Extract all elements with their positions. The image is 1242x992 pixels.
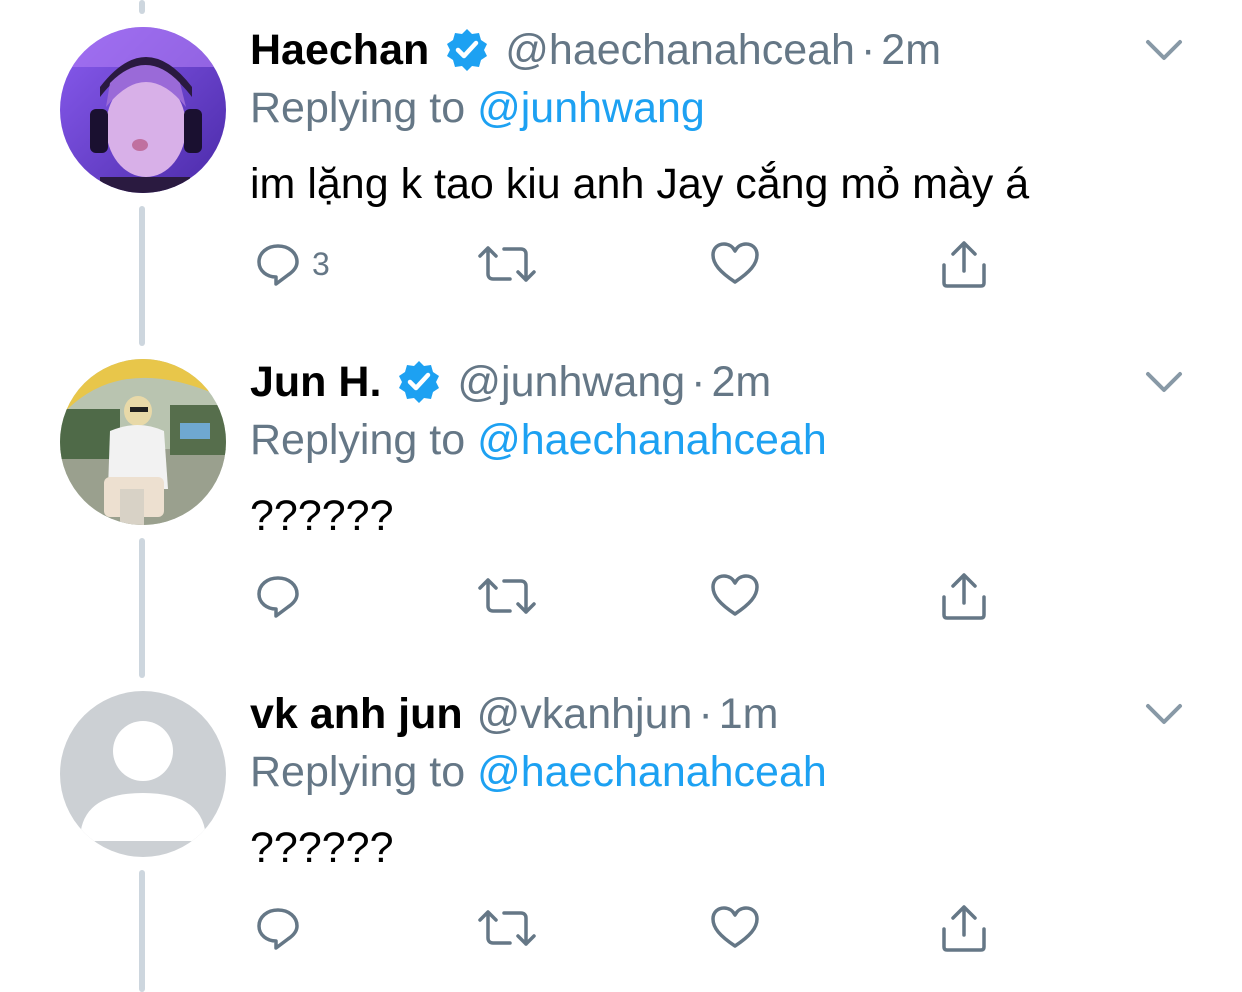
reply-button[interactable] [254, 900, 312, 956]
reply-bubble-icon [257, 576, 299, 618]
replying-mention-link[interactable]: @junhwang [477, 84, 705, 132]
display-name[interactable]: Haechan [250, 26, 429, 75]
tweet-text: im lặng k tao kiu anh Jay cắng mỏ mày á [250, 160, 1030, 208]
reply-count: 3 [312, 245, 330, 282]
tweet-header: Jun H. @junhwang · 2m [250, 354, 771, 410]
reply-bubble-icon [257, 908, 299, 950]
chevron-down-icon[interactable] [1144, 368, 1184, 396]
share-button[interactable] [940, 236, 988, 292]
separator-dot: · [691, 357, 706, 406]
retweet-button[interactable] [478, 568, 536, 624]
retweet-button[interactable] [478, 900, 536, 956]
chevron-down-icon[interactable] [1144, 36, 1184, 64]
tweet-text: ?????? [250, 492, 394, 540]
share-upload-icon [942, 241, 986, 288]
like-button[interactable] [710, 900, 760, 956]
heart-icon [711, 242, 759, 284]
tweet[interactable]: vk anh jun @vkanhjun · 1m Replying to @h… [0, 686, 1242, 986]
like-button[interactable] [710, 568, 760, 624]
reply-bubble-icon [257, 244, 299, 286]
replying-mention-link[interactable]: @haechanahceah [477, 748, 827, 796]
replying-prefix: Replying to [250, 84, 466, 132]
verified-badge-icon [443, 26, 491, 74]
share-upload-icon [942, 573, 986, 620]
share-upload-icon [942, 905, 986, 952]
tweet[interactable]: Jun H. @junhwang · 2m Replying to @haech… [0, 354, 1242, 654]
heart-icon [711, 574, 759, 616]
retweet-icon [478, 578, 536, 614]
tweet-actions: 3 [250, 236, 1010, 292]
replying-to: Replying to @haechanahceah [250, 416, 827, 465]
retweet-button[interactable] [478, 236, 536, 292]
tweet-text: ?????? [250, 824, 394, 872]
tweet-header: Haechan @haechanahceah · 2m [250, 22, 941, 78]
verified-badge-icon [395, 358, 443, 406]
timestamp[interactable]: 2m [881, 26, 941, 75]
replying-to: Replying to @junhwang [250, 84, 705, 133]
tweet-header: vk anh jun @vkanhjun · 1m [250, 686, 779, 742]
tweet-actions [250, 900, 1010, 956]
retweet-icon [478, 910, 536, 946]
timestamp[interactable]: 1m [719, 690, 779, 739]
replying-mention-link[interactable]: @haechanahceah [477, 416, 827, 464]
replying-prefix: Replying to [250, 748, 466, 796]
replying-prefix: Replying to [250, 416, 466, 464]
share-button[interactable] [940, 900, 988, 956]
avatar[interactable] [60, 691, 226, 857]
avatar[interactable] [60, 27, 226, 193]
display-name[interactable]: vk anh jun [250, 690, 463, 739]
share-button[interactable] [940, 568, 988, 624]
handle[interactable]: @haechanahceah [505, 26, 855, 75]
thread-line-top [139, 0, 145, 14]
reply-button[interactable] [254, 568, 312, 624]
tweet-actions [250, 568, 1010, 624]
separator-dot: · [698, 689, 713, 738]
like-button[interactable] [710, 236, 760, 292]
timestamp[interactable]: 2m [711, 358, 771, 407]
replying-to: Replying to @haechanahceah [250, 748, 827, 797]
separator-dot: · [860, 25, 876, 74]
tweet[interactable]: Haechan @haechanahceah · 2m Replying to … [0, 22, 1242, 322]
reply-button[interactable]: 3 [254, 236, 330, 292]
handle[interactable]: @junhwang [457, 358, 685, 407]
chevron-down-icon[interactable] [1144, 700, 1184, 728]
avatar[interactable] [60, 359, 226, 525]
heart-icon [711, 906, 759, 948]
handle[interactable]: @vkanhjun [477, 690, 693, 739]
retweet-icon [478, 246, 536, 282]
display-name[interactable]: Jun H. [250, 358, 381, 407]
